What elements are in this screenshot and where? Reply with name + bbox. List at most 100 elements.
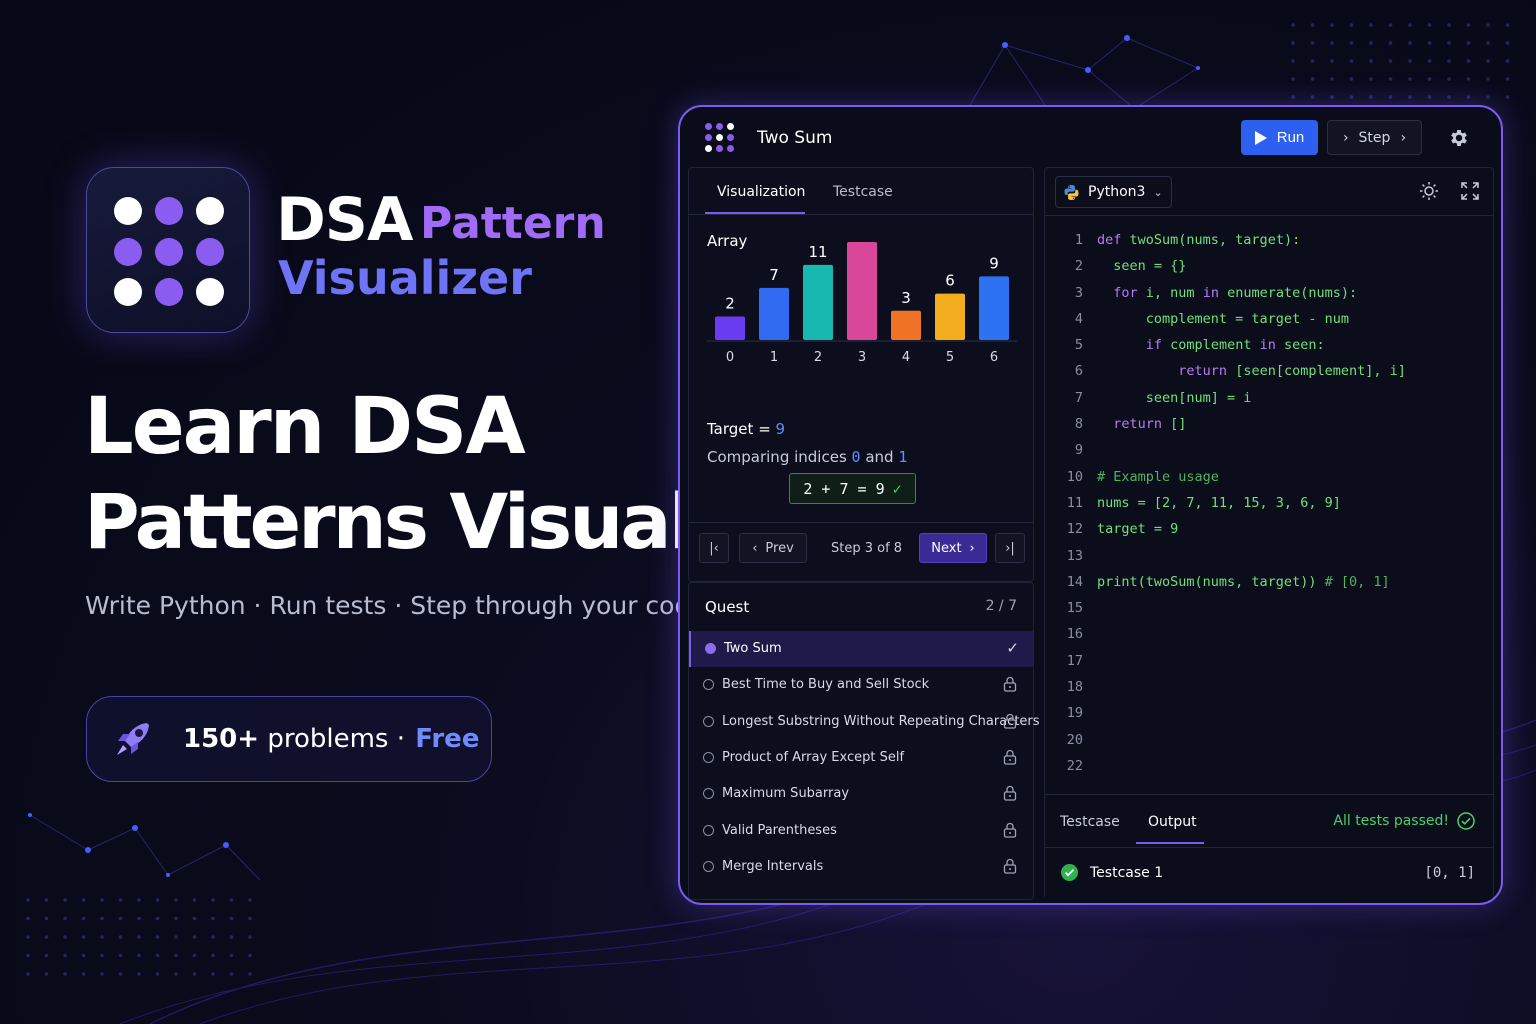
bar-index-label: 2 [814, 350, 822, 365]
quest-item[interactable]: Two Sum ✓ [689, 631, 1033, 667]
bar [847, 242, 877, 340]
check-icon: ✓ [892, 479, 902, 498]
check-circle-icon [1457, 812, 1475, 830]
bar-value-label: 2 [725, 295, 735, 313]
testcase-name: Testcase 1 [1090, 865, 1164, 881]
app-window: Two Sum Run › Step › Visualization Testc… [678, 105, 1503, 905]
status-dot-icon [703, 860, 714, 872]
quest-item[interactable]: Longest Substring Without Repeating Char… [689, 704, 1040, 740]
bar [803, 264, 833, 340]
code-line: 17 [1045, 653, 1083, 679]
hero-heading-line1: Learn DSA [84, 382, 526, 472]
visualization-card: Visualization Testcase Array 20711121533… [688, 167, 1034, 582]
quest-item[interactable]: Merge Intervals [689, 849, 1033, 885]
bar [759, 287, 789, 340]
quest-item[interactable]: Valid Parentheses [689, 813, 1033, 849]
bar-index-label: 1 [770, 350, 778, 365]
lock-icon [1003, 749, 1017, 765]
line-number: 8 [1074, 416, 1083, 433]
chevron-left-icon: ‹ [752, 540, 758, 556]
code-line: 20 [1045, 732, 1083, 758]
bar-index-label: 5 [946, 350, 954, 365]
step-controls: |‹ ‹ Prev Step 3 of 8 Next › ›| [689, 522, 1033, 577]
tests-status-label: All tests passed! [1333, 813, 1449, 829]
compare-and: and [865, 448, 894, 466]
line-number: 9 [1074, 442, 1083, 459]
quest-item[interactable]: Product of Array Except Self [689, 740, 1033, 776]
step-button[interactable]: › Step › [1327, 120, 1422, 155]
line-number: 11 [1066, 494, 1083, 511]
target-label: Target [707, 420, 754, 438]
line-number: 10 [1066, 468, 1083, 485]
bar-index-label: 4 [902, 350, 910, 365]
line-number: 1 [1074, 232, 1083, 248]
line-number: 14 [1066, 573, 1083, 590]
quest-item[interactable]: Best Time to Buy and Sell Stock [689, 667, 1033, 703]
quest-progress: 2 / 7 [985, 598, 1017, 614]
success-icon [1061, 864, 1078, 881]
code-line: 22 [1045, 758, 1083, 784]
run-button[interactable]: Run [1241, 120, 1318, 155]
tab-visualization[interactable]: Visualization [717, 184, 805, 200]
code-text: seen[num] = i [1097, 389, 1252, 406]
status-dot-icon [705, 643, 716, 654]
code-line: 6 return [seen[complement], i] [1045, 363, 1406, 389]
code-line: 7 seen[num] = i [1045, 390, 1252, 416]
bar [891, 310, 921, 340]
prev-button[interactable]: ‹ Prev [739, 533, 807, 563]
lock-icon [1003, 677, 1017, 692]
last-step-button[interactable]: ›| [995, 533, 1025, 563]
target-line: Target = 9 [707, 420, 786, 438]
quest-item[interactable]: Maximum Subarray [689, 776, 1033, 812]
line-number: 15 [1066, 600, 1083, 617]
tab-testcase[interactable]: Testcase [833, 184, 893, 200]
target-value: 9 [775, 420, 786, 438]
problems-pill: 150+ problems · Free [86, 696, 492, 782]
next-label: Next [931, 540, 962, 556]
compare-line: Comparing indices 0 and 1 [707, 448, 907, 466]
first-step-button[interactable]: |‹ [699, 533, 729, 563]
testcase-result-row: Testcase 1 [0, 1] [1045, 847, 1493, 899]
bar [715, 316, 745, 340]
bar-index-label: 0 [726, 350, 734, 365]
fullscreen-icon[interactable] [1460, 181, 1480, 201]
gear-icon[interactable] [1448, 127, 1470, 149]
tab-testcase-output[interactable]: Testcase [1060, 814, 1120, 830]
line-number: 19 [1066, 705, 1083, 722]
skip-end-icon: ›| [1005, 540, 1015, 556]
line-number: 16 [1066, 626, 1083, 643]
line-number: 2 [1074, 258, 1083, 275]
problem-title: Two Sum [757, 128, 833, 148]
code-line: 18 [1045, 679, 1083, 705]
language-select[interactable]: Python3 ⌄ [1055, 176, 1172, 208]
logo-dot-grid [114, 197, 224, 307]
check-icon: ✓ [1006, 639, 1019, 657]
code-text: return [seen[complement], i] [1178, 363, 1406, 380]
quest-title: Quest [705, 598, 750, 616]
bar-value-label: 7 [769, 266, 779, 284]
code-line: 1 def twoSum(nums, target): [1045, 232, 1300, 258]
code-line: 11 nums = [2, 7, 11, 15, 3, 6, 9] [1045, 494, 1341, 521]
lock-icon [1003, 713, 1017, 729]
tab-output[interactable]: Output [1148, 814, 1197, 830]
tests-status: All tests passed! [1333, 812, 1475, 830]
code-text: def twoSum(nums, target): [1097, 232, 1301, 248]
code-text: for i, num in enumerate(nums): [1113, 284, 1358, 301]
bar-value-label: 6 [945, 272, 955, 290]
next-button[interactable]: Next › [919, 533, 987, 563]
quest-item-label: Best Time to Buy and Sell Stock [722, 677, 930, 693]
bar [979, 276, 1009, 340]
code-line: 16 [1045, 626, 1083, 652]
quest-item-label: Two Sum [724, 641, 782, 656]
sun-icon[interactable] [1419, 181, 1439, 201]
compare-prefix: Comparing indices [707, 448, 847, 466]
equation-text: 2 + 7 = 9 [803, 479, 885, 498]
brand-subtitle-pattern: Pattern [420, 198, 606, 249]
equation-box: 2 + 7 = 9 ✓ [789, 473, 916, 504]
code-area[interactable]: 1 def twoSum(nums, target): 2 seen = {} 3 f… [1045, 232, 1406, 784]
output-panel: Testcase Output All tests passed! Testca… [1045, 794, 1493, 900]
active-tab-indicator [705, 212, 805, 214]
prev-label: Prev [765, 540, 794, 556]
rocket-icon [117, 723, 149, 755]
code-line: 8 return [] [1045, 416, 1187, 442]
